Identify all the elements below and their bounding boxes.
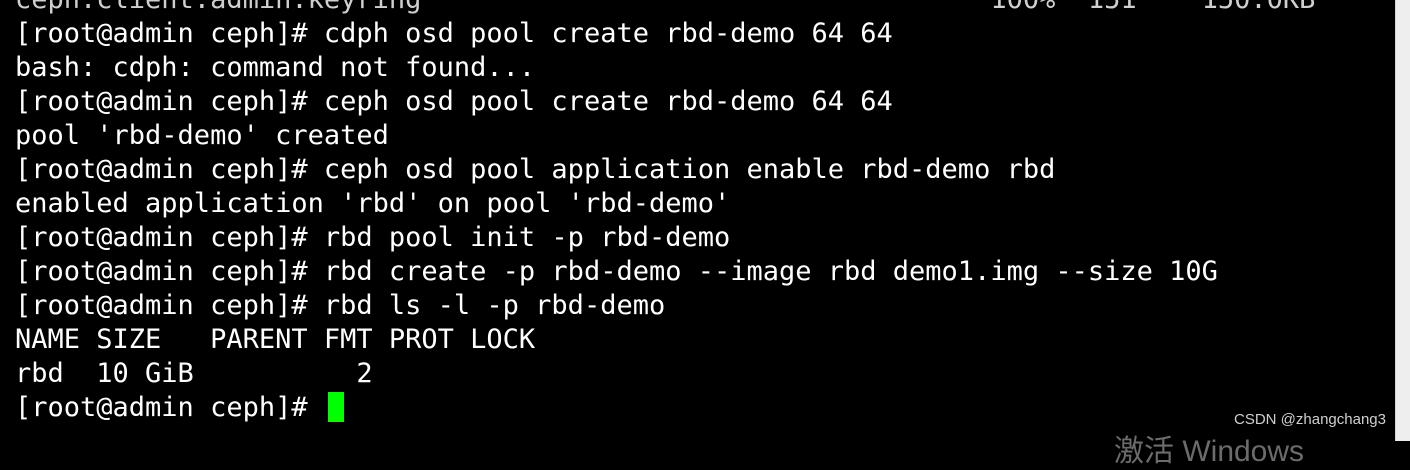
terminal-line: [root@admin ceph]# ceph osd pool create … [15,86,893,117]
terminal-line: bash: cdph: command not found... [15,52,536,83]
terminal-window[interactable]: ceph.client.admin.keyring 100% 151 150.0… [0,0,1396,441]
terminal-line: [root@admin ceph]# rbd pool init -p rbd-… [15,222,731,253]
cursor-block [327,392,344,422]
terminal-output: ceph.client.admin.keyring 100% 151 150.0… [15,0,1396,425]
terminal-line: [root@admin ceph]# rbd create -p rbd-dem… [15,256,1218,287]
terminal-line: [root@admin ceph]# ceph osd pool applica… [15,154,1056,185]
terminal-line: ceph.client.admin.keyring 100% 151 150.0… [15,0,1396,17]
terminal-line: [root@admin ceph]# cdph osd pool create … [15,18,893,49]
terminal-line: enabled application 'rbd' on pool 'rbd-d… [15,188,731,219]
windows-activation-watermark: 激活 Windows [1114,435,1305,468]
prompt-line[interactable]: [root@admin ceph]# [15,391,1396,425]
terminal-line: NAME SIZE PARENT FMT PROT LOCK [15,324,536,355]
shell-prompt: [root@admin ceph]# [15,392,324,423]
terminal-line: pool 'rbd-demo' created [15,120,389,151]
terminal-line: rbd 10 GiB 2 [15,358,373,389]
vertical-scrollbar[interactable] [1395,0,1410,441]
terminal-line: [root@admin ceph]# rbd ls -l -p rbd-demo [15,290,666,321]
